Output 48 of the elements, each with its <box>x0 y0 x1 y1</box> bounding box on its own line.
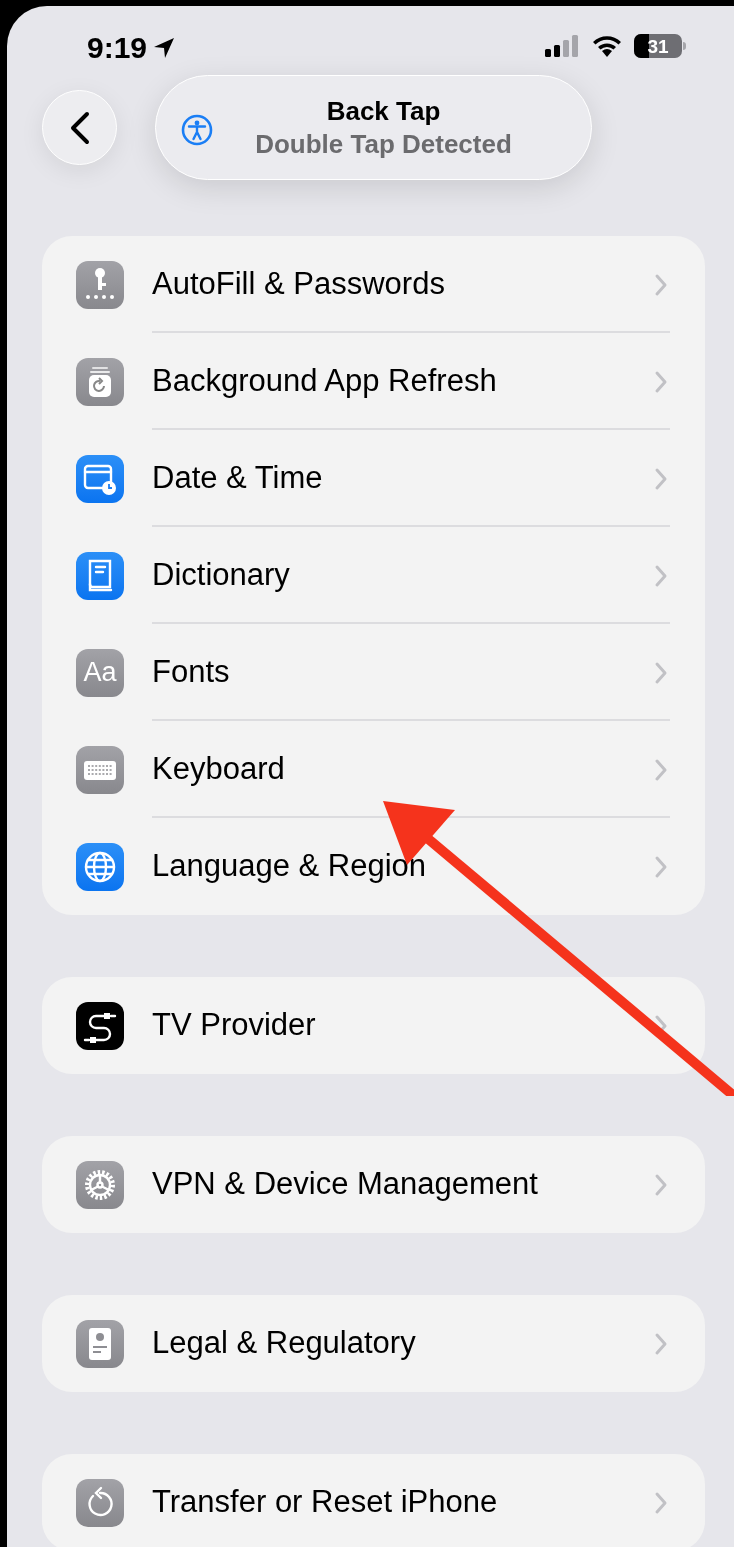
settings-row[interactable]: Background App Refresh <box>42 333 705 430</box>
settings-row[interactable]: Legal & Regulatory <box>42 1295 705 1392</box>
cable-icon <box>76 1001 124 1050</box>
chevron-right-icon <box>654 660 668 685</box>
row-label: Dictionary <box>152 556 290 595</box>
chevron-right-icon <box>654 1331 668 1356</box>
accessibility-icon <box>181 114 213 146</box>
settings-row[interactable]: Transfer or Reset iPhone <box>42 1454 705 1547</box>
row-label: Background App Refresh <box>152 362 497 401</box>
row-label: Transfer or Reset iPhone <box>152 1483 498 1522</box>
row-label: AutoFill & Passwords <box>152 265 445 304</box>
settings-row[interactable]: Date & Time <box>42 430 705 527</box>
gear-icon <box>76 1160 124 1209</box>
settings-row[interactable]: TV Provider <box>42 977 705 1074</box>
text-icon: Aa <box>76 648 124 697</box>
chevron-left-icon <box>68 110 91 145</box>
chevron-right-icon <box>654 757 668 782</box>
chevron-right-icon <box>654 272 668 297</box>
globe-icon <box>76 842 124 891</box>
document-icon <box>76 1319 124 1368</box>
row-label: VPN & Device Management <box>152 1165 538 1204</box>
chevron-right-icon <box>654 466 668 491</box>
refresh-icon <box>76 357 124 406</box>
row-label: TV Provider <box>152 1006 316 1045</box>
status-time: 9:19 <box>87 33 148 63</box>
banner-title: Back Tap <box>326 95 441 128</box>
keyboard-icon <box>76 745 124 794</box>
chevron-right-icon <box>654 854 668 879</box>
row-label: Legal & Regulatory <box>152 1324 416 1363</box>
key-icon <box>76 260 124 309</box>
chevron-right-icon <box>654 1490 668 1515</box>
row-label: Fonts <box>152 653 230 692</box>
reset-icon <box>76 1478 124 1527</box>
signal-icon <box>544 34 580 58</box>
settings-row[interactable]: AutoFill & Passwords <box>42 236 705 333</box>
banner-subtitle: Double Tap Detected <box>255 127 512 160</box>
settings-row[interactable]: Aa Fonts <box>42 624 705 721</box>
chevron-right-icon <box>654 1172 668 1197</box>
row-label: Language & Region <box>152 847 427 886</box>
calendar-icon <box>76 454 124 503</box>
chevron-right-icon <box>654 563 668 588</box>
location-arrow-icon <box>152 36 177 60</box>
settings-row[interactable]: Dictionary <box>42 527 705 624</box>
row-label: Date & Time <box>152 459 323 498</box>
book-icon <box>76 551 124 600</box>
chevron-right-icon <box>654 369 668 394</box>
row-label: Keyboard <box>152 750 285 789</box>
settings-row[interactable]: VPN & Device Management <box>42 1136 705 1233</box>
